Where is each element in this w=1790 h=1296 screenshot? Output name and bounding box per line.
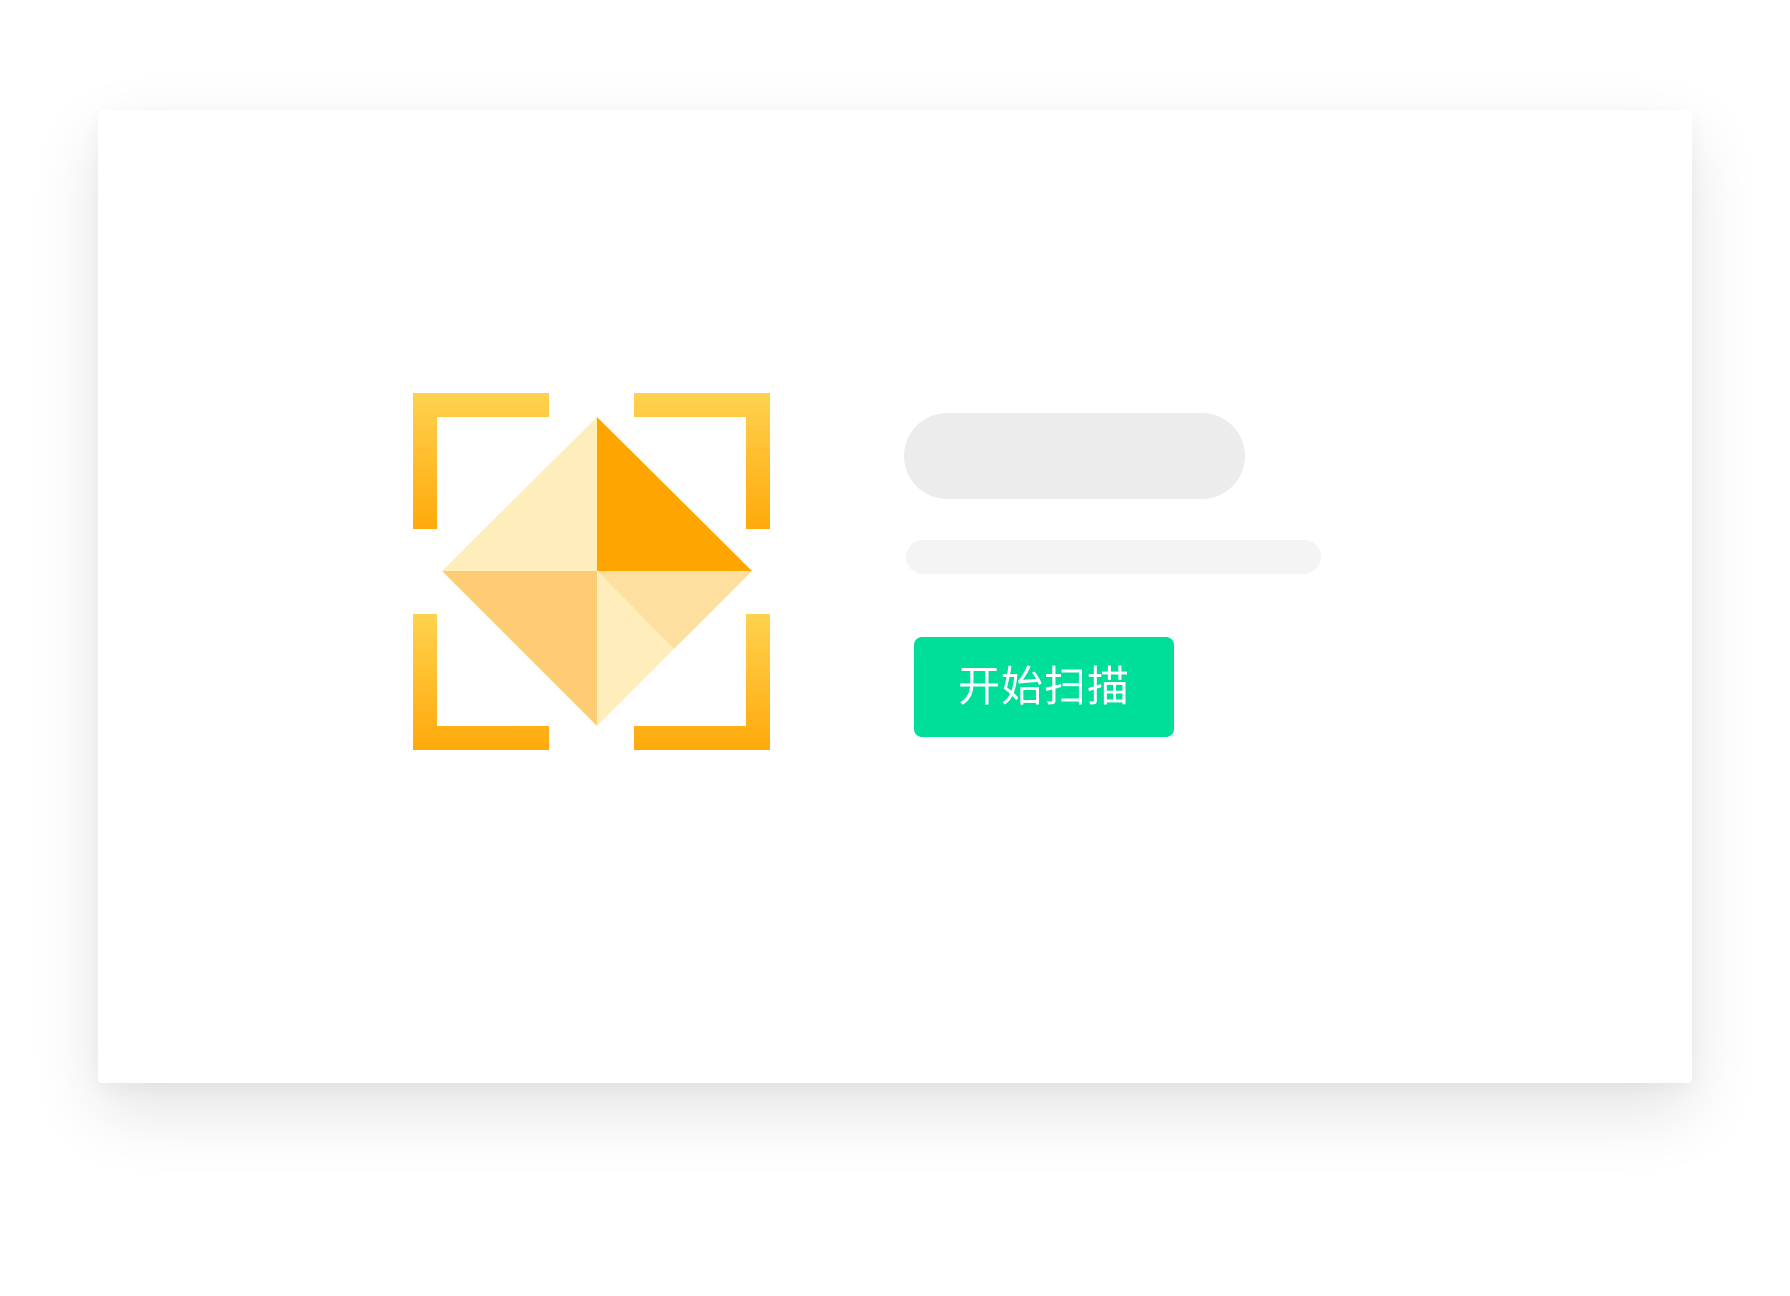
start-scan-button[interactable]: 开始扫描 <box>914 637 1174 737</box>
page-stage: 开始扫描 <box>0 0 1790 1296</box>
origami-diamond <box>442 417 752 726</box>
scan-frame-origami-icon <box>413 393 770 750</box>
scan-card: 开始扫描 <box>98 110 1692 1083</box>
subtitle-placeholder-bar <box>906 540 1321 574</box>
title-placeholder-bar <box>904 413 1245 499</box>
